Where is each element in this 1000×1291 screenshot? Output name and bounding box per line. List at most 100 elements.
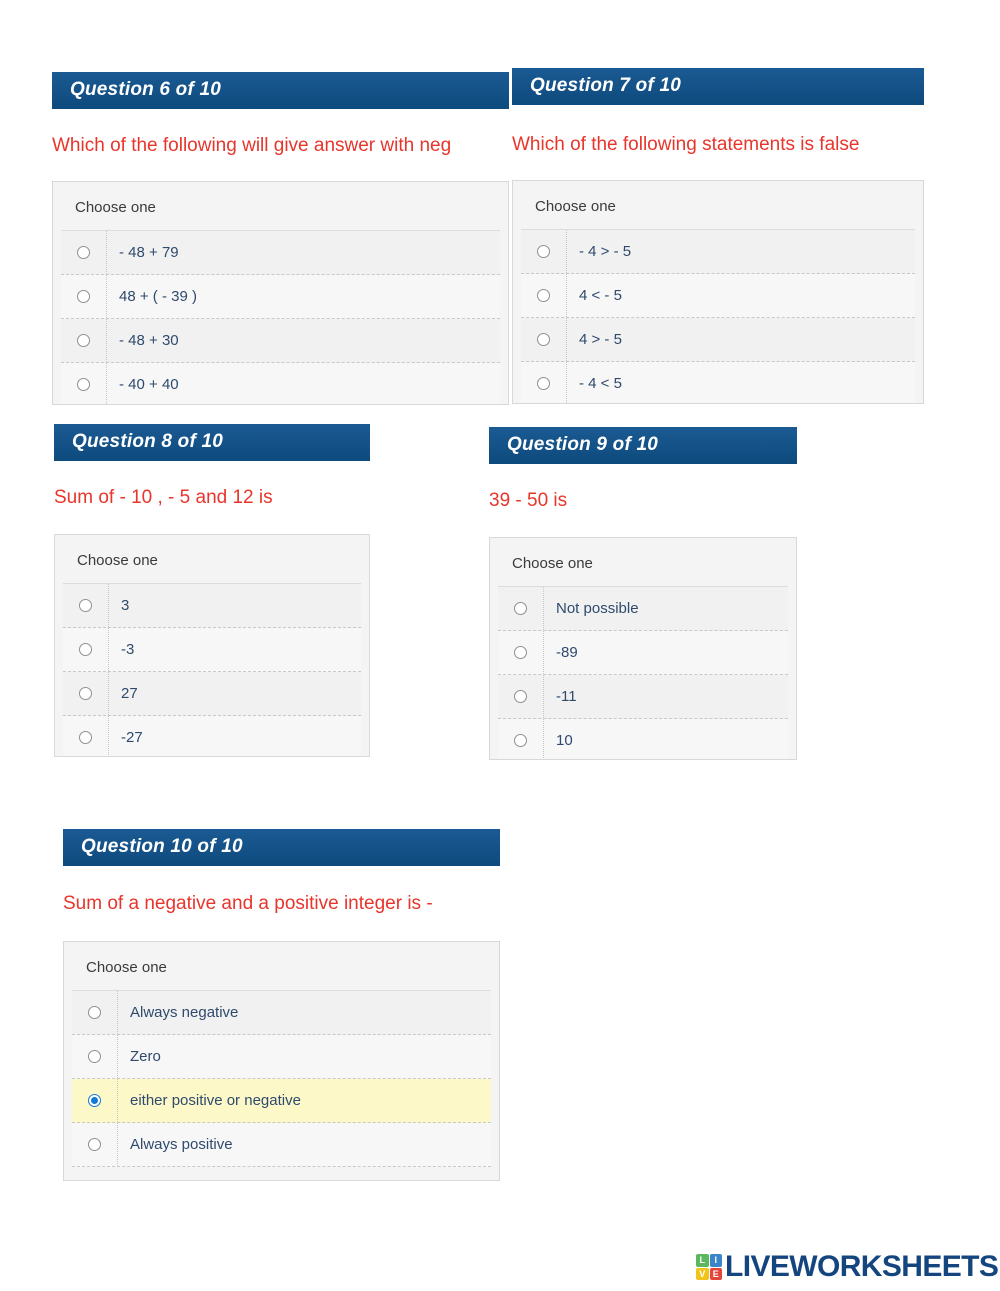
radio-button-icon[interactable]	[514, 601, 527, 615]
answer-box-10: Choose one Always negative Zero either p…	[63, 940, 500, 1181]
option-row[interactable]: - 48 + 30	[61, 318, 500, 363]
worksheet-page: Question 6 of 10 Which of the following …	[0, 0, 1000, 1291]
option-label: Not possible	[556, 599, 639, 617]
radio-button-icon[interactable]	[537, 244, 550, 258]
radio-button-icon[interactable]	[537, 332, 550, 346]
option-row[interactable]: 4 > - 5	[521, 317, 915, 362]
radio-cell[interactable]	[498, 586, 544, 630]
logo-tile-i: I	[709, 1254, 722, 1267]
option-row[interactable]: - 40 + 40	[61, 362, 500, 404]
radio-cell[interactable]	[521, 317, 567, 361]
radio-cell[interactable]	[61, 274, 107, 318]
radio-button-icon[interactable]	[77, 245, 90, 259]
option-label: 4 > - 5	[579, 330, 622, 348]
option-row[interactable]: 48 + ( - 39 )	[61, 274, 500, 319]
logo-wordmark: LIVEWORKSHEETS	[725, 1250, 999, 1283]
radio-button-selected-icon[interactable]	[88, 1093, 101, 1107]
answer-box-8: Choose one 3 -3 27 -27	[54, 533, 370, 757]
option-row[interactable]: - 4 < 5	[521, 361, 915, 403]
radio-button-icon[interactable]	[77, 377, 90, 391]
radio-button-icon[interactable]	[88, 1049, 101, 1063]
question-header-9: Question 9 of 10	[489, 427, 797, 464]
radio-cell[interactable]	[498, 718, 544, 759]
option-label: 27	[121, 684, 138, 702]
option-label: 3	[121, 596, 130, 614]
answer-box-9: Choose one Not possible -89 -11 10	[489, 536, 797, 760]
option-list-8: 3 -3 27 -27	[63, 582, 361, 756]
option-label: Always positive	[130, 1135, 233, 1153]
option-row[interactable]: Zero	[72, 1034, 491, 1079]
question-header-8: Question 8 of 10	[54, 424, 370, 461]
option-label: - 48 + 30	[119, 331, 179, 349]
radio-cell[interactable]	[72, 990, 118, 1034]
choose-one-label-8: Choose one	[77, 551, 158, 569]
radio-button-icon[interactable]	[537, 288, 550, 302]
radio-button-icon[interactable]	[79, 598, 92, 612]
option-row[interactable]: Always positive	[72, 1122, 491, 1167]
liveworksheets-tiles-icon: L I V E	[696, 1254, 722, 1280]
question-prompt-8: Sum of - 10 , - 5 and 12 is	[54, 487, 273, 508]
question-header-10: Question 10 of 10	[63, 829, 500, 866]
radio-cell[interactable]	[63, 671, 109, 715]
radio-button-icon[interactable]	[88, 1005, 101, 1019]
option-list-9: Not possible -89 -11 10	[498, 585, 788, 759]
radio-cell[interactable]	[72, 1034, 118, 1078]
radio-button-icon[interactable]	[77, 289, 90, 303]
radio-button-icon[interactable]	[514, 689, 527, 703]
option-label: - 4 < 5	[579, 374, 622, 392]
option-row[interactable]: 27	[63, 671, 361, 716]
radio-cell[interactable]	[521, 273, 567, 317]
question-block-6: Question 6 of 10 Which of the following …	[52, 72, 509, 405]
option-row[interactable]: 3	[63, 583, 361, 628]
logo-tile-v: V	[696, 1267, 709, 1280]
answer-box-7: Choose one - 4 > - 5 4 < - 5 4 > - 5 - 4…	[512, 179, 924, 404]
radio-button-icon[interactable]	[77, 333, 90, 347]
radio-cell[interactable]	[63, 715, 109, 756]
option-label: - 48 + 79	[119, 243, 179, 261]
option-row[interactable]: 10	[498, 718, 788, 759]
option-row[interactable]: -3	[63, 627, 361, 672]
option-label: - 40 + 40	[119, 375, 179, 393]
choose-one-label-9: Choose one	[512, 554, 593, 572]
option-row[interactable]: 4 < - 5	[521, 273, 915, 318]
radio-cell[interactable]	[521, 229, 567, 273]
radio-cell[interactable]	[61, 362, 107, 404]
option-row[interactable]: Not possible	[498, 586, 788, 631]
radio-button-icon[interactable]	[514, 645, 527, 659]
option-label: either positive or negative	[130, 1091, 301, 1109]
radio-cell[interactable]	[521, 361, 567, 403]
radio-cell[interactable]	[63, 627, 109, 671]
radio-button-icon[interactable]	[79, 686, 92, 700]
option-row-selected[interactable]: either positive or negative	[72, 1078, 491, 1123]
radio-cell[interactable]	[498, 674, 544, 718]
radio-cell[interactable]	[61, 230, 107, 274]
liveworksheets-logo[interactable]: L I V E LIVEWORKSHEETS	[696, 1248, 999, 1286]
question-block-9: Question 9 of 10 39 - 50 is Choose one N…	[489, 427, 797, 760]
radio-button-icon[interactable]	[88, 1137, 101, 1151]
radio-cell[interactable]	[63, 583, 109, 627]
radio-button-icon[interactable]	[79, 642, 92, 656]
option-row[interactable]: -89	[498, 630, 788, 675]
question-prompt-6: Which of the following will give answer …	[52, 135, 452, 156]
option-row[interactable]: Always negative	[72, 990, 491, 1035]
option-row[interactable]: -11	[498, 674, 788, 719]
option-label: -89	[556, 643, 578, 661]
option-label: 48 + ( - 39 )	[119, 287, 197, 305]
option-row[interactable]: - 4 > - 5	[521, 229, 915, 274]
question-block-7: Question 7 of 10 Which of the following …	[512, 68, 924, 404]
logo-tile-l: L	[696, 1254, 709, 1267]
option-label: -11	[556, 687, 577, 705]
question-prompt-9: 39 - 50 is	[489, 490, 568, 511]
choose-one-label-6: Choose one	[75, 198, 156, 216]
radio-cell[interactable]	[72, 1078, 118, 1122]
radio-cell[interactable]	[498, 630, 544, 674]
option-row[interactable]: - 48 + 79	[61, 230, 500, 275]
choose-one-label-7: Choose one	[535, 197, 616, 215]
question-block-8: Question 8 of 10 Sum of - 10 , - 5 and 1…	[54, 424, 370, 757]
radio-button-icon[interactable]	[79, 730, 92, 744]
option-row[interactable]: -27	[63, 715, 361, 756]
radio-cell[interactable]	[61, 318, 107, 362]
radio-button-icon[interactable]	[537, 376, 550, 390]
radio-cell[interactable]	[72, 1122, 118, 1166]
radio-button-icon[interactable]	[514, 733, 527, 747]
